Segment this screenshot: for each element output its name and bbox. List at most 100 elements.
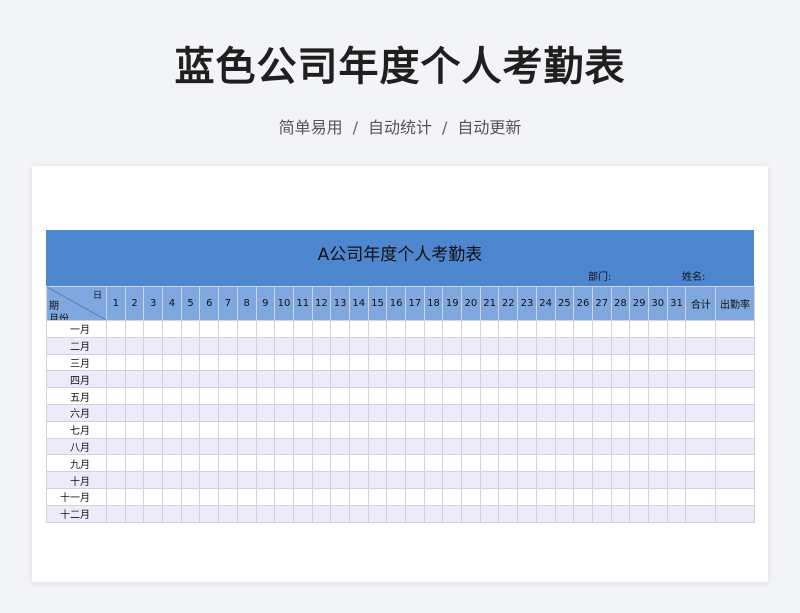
attendance-cell[interactable]: [591, 454, 612, 473]
attendance-cell[interactable]: [685, 437, 717, 456]
attendance-cell[interactable]: [311, 504, 332, 523]
attendance-cell[interactable]: [143, 403, 164, 422]
attendance-cell[interactable]: [647, 336, 668, 355]
attendance-cell[interactable]: [255, 387, 276, 405]
attendance-cell[interactable]: [143, 420, 164, 439]
attendance-cell[interactable]: [199, 387, 220, 405]
attendance-cell[interactable]: [143, 504, 164, 523]
attendance-cell[interactable]: [715, 370, 755, 389]
attendance-cell[interactable]: [647, 487, 668, 506]
attendance-cell[interactable]: [461, 403, 481, 422]
attendance-cell[interactable]: [124, 320, 145, 338]
attendance-cell[interactable]: [629, 353, 649, 372]
attendance-cell[interactable]: [330, 320, 350, 338]
attendance-cell[interactable]: [479, 420, 500, 439]
attendance-cell[interactable]: [591, 504, 612, 523]
attendance-cell[interactable]: [311, 353, 332, 372]
attendance-cell[interactable]: [498, 504, 519, 523]
attendance-cell[interactable]: [423, 420, 444, 439]
attendance-cell[interactable]: [517, 387, 537, 405]
attendance-cell[interactable]: [479, 336, 500, 355]
attendance-cell[interactable]: [292, 487, 313, 506]
attendance-cell[interactable]: [442, 437, 463, 456]
attendance-cell[interactable]: [236, 420, 257, 439]
attendance-cell[interactable]: [442, 336, 463, 355]
attendance-cell[interactable]: [479, 387, 500, 405]
attendance-cell[interactable]: [386, 387, 406, 405]
attendance-cell[interactable]: [330, 353, 350, 372]
attendance-cell[interactable]: [715, 420, 755, 439]
attendance-cell[interactable]: [591, 471, 612, 489]
attendance-cell[interactable]: [255, 504, 276, 523]
attendance-cell[interactable]: [124, 387, 145, 405]
attendance-cell[interactable]: [610, 487, 631, 506]
attendance-cell[interactable]: [330, 420, 350, 439]
attendance-cell[interactable]: [610, 353, 631, 372]
attendance-cell[interactable]: [218, 370, 238, 389]
attendance-cell[interactable]: [124, 504, 145, 523]
attendance-cell[interactable]: [311, 454, 332, 473]
attendance-cell[interactable]: [386, 370, 406, 389]
attendance-cell[interactable]: [535, 504, 556, 523]
attendance-cell[interactable]: [106, 320, 126, 338]
attendance-cell[interactable]: [591, 370, 612, 389]
attendance-cell[interactable]: [274, 437, 294, 456]
attendance-cell[interactable]: [591, 336, 612, 355]
attendance-cell[interactable]: [106, 420, 126, 439]
attendance-cell[interactable]: [554, 370, 575, 389]
attendance-cell[interactable]: [386, 437, 406, 456]
attendance-cell[interactable]: [573, 320, 593, 338]
attendance-cell[interactable]: [517, 504, 537, 523]
attendance-cell[interactable]: [647, 420, 668, 439]
attendance-cell[interactable]: [573, 420, 593, 439]
attendance-cell[interactable]: [348, 336, 369, 355]
attendance-cell[interactable]: [535, 320, 556, 338]
attendance-cell[interactable]: [386, 487, 406, 506]
attendance-cell[interactable]: [498, 370, 519, 389]
attendance-cell[interactable]: [591, 353, 612, 372]
attendance-cell[interactable]: [715, 454, 755, 473]
attendance-cell[interactable]: [479, 403, 500, 422]
attendance-cell[interactable]: [348, 471, 369, 489]
attendance-cell[interactable]: [535, 370, 556, 389]
attendance-cell[interactable]: [498, 437, 519, 456]
attendance-cell[interactable]: [573, 353, 593, 372]
attendance-cell[interactable]: [610, 320, 631, 338]
attendance-cell[interactable]: [292, 320, 313, 338]
attendance-cell[interactable]: [517, 320, 537, 338]
attendance-cell[interactable]: [274, 387, 294, 405]
attendance-cell[interactable]: [629, 437, 649, 456]
attendance-cell[interactable]: [143, 487, 164, 506]
attendance-cell[interactable]: [367, 336, 388, 355]
attendance-cell[interactable]: [647, 471, 668, 489]
attendance-cell[interactable]: [573, 487, 593, 506]
attendance-cell[interactable]: [124, 420, 145, 439]
attendance-cell[interactable]: [629, 487, 649, 506]
attendance-cell[interactable]: [629, 320, 649, 338]
attendance-cell[interactable]: [535, 437, 556, 456]
attendance-cell[interactable]: [330, 387, 350, 405]
attendance-cell[interactable]: [255, 403, 276, 422]
attendance-cell[interactable]: [162, 487, 182, 506]
attendance-cell[interactable]: [386, 336, 406, 355]
attendance-cell[interactable]: [143, 370, 164, 389]
attendance-cell[interactable]: [255, 437, 276, 456]
attendance-cell[interactable]: [124, 454, 145, 473]
attendance-cell[interactable]: [236, 320, 257, 338]
attendance-cell[interactable]: [274, 471, 294, 489]
attendance-cell[interactable]: [479, 320, 500, 338]
attendance-cell[interactable]: [348, 437, 369, 456]
attendance-cell[interactable]: [143, 336, 164, 355]
attendance-cell[interactable]: [629, 403, 649, 422]
attendance-cell[interactable]: [348, 487, 369, 506]
attendance-cell[interactable]: [292, 504, 313, 523]
attendance-cell[interactable]: [143, 320, 164, 338]
attendance-cell[interactable]: [180, 454, 201, 473]
attendance-cell[interactable]: [666, 370, 687, 389]
attendance-cell[interactable]: [180, 353, 201, 372]
attendance-cell[interactable]: [405, 336, 425, 355]
attendance-cell[interactable]: [274, 403, 294, 422]
attendance-cell[interactable]: [218, 353, 238, 372]
attendance-cell[interactable]: [647, 504, 668, 523]
attendance-cell[interactable]: [199, 336, 220, 355]
